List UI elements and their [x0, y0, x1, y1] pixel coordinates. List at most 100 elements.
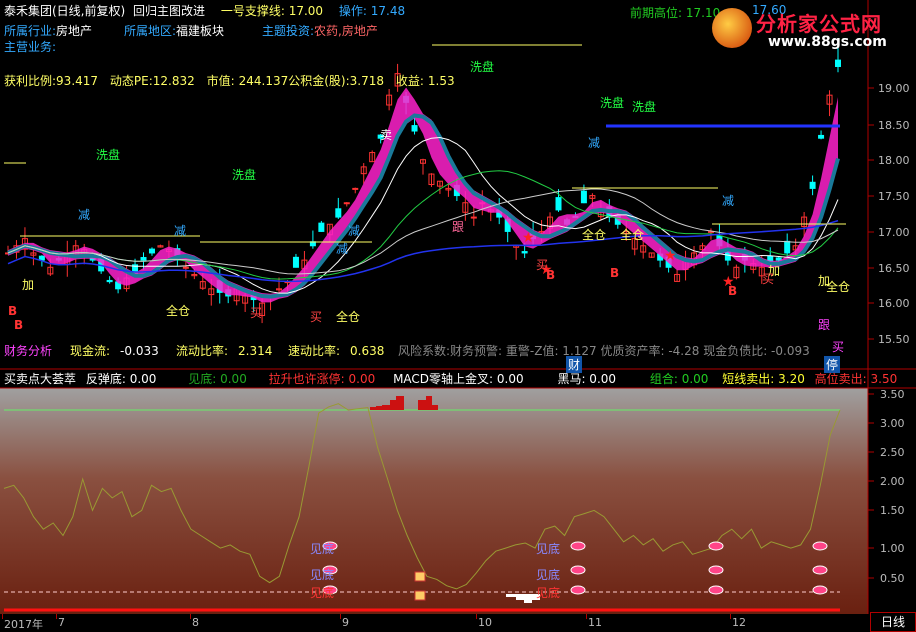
- buy-signal-icon: [708, 585, 724, 595]
- pe-label: 动态PE:: [109, 74, 153, 88]
- date-tick-mark: [56, 614, 57, 619]
- risk-info: 风险系数:财务预警: 重警-Z值: 1.127 优质资产率: -4.28 现金负…: [398, 344, 810, 358]
- buy-signal-icon: [708, 541, 724, 551]
- industry-info: 所属行业:房地产: [4, 24, 92, 38]
- tag-xipan-2: 洗盘: [232, 168, 257, 182]
- date-tick-mark: [190, 614, 191, 619]
- industry-label: 所属行业:: [4, 24, 57, 38]
- business-label: 主营业务:: [4, 40, 57, 54]
- region-value: 福建板块: [176, 24, 225, 38]
- date-tick-label: 10: [478, 616, 492, 629]
- tag-quancang-4: 全仓: [620, 228, 645, 242]
- candle-body: [580, 190, 587, 204]
- candle-body: [318, 222, 325, 232]
- candle-body: [809, 181, 816, 189]
- date-tick-label: 8: [192, 616, 199, 629]
- previous-high-label: 前期高位: 17.10: [630, 6, 721, 20]
- tag-jiandi-1: 见底: [310, 542, 335, 556]
- oscillator-line: [3, 403, 841, 590]
- indicator-tick-label: 2.00: [880, 475, 905, 488]
- quick-ratio-label: 速动比率:: [288, 344, 341, 358]
- house-icon: [414, 590, 426, 601]
- market-cap-label: 市值:: [206, 74, 235, 88]
- quick-ratio-info: 速动比率: 0.638: [288, 344, 384, 358]
- high-sell-bar: [418, 400, 426, 410]
- candle-body: [140, 257, 147, 261]
- reserve-value: 3.718: [349, 74, 385, 88]
- date-tick-label: 9: [342, 616, 349, 629]
- price-tick-label: 18.50: [878, 119, 910, 132]
- logo-url: www.88gs.com: [768, 34, 887, 50]
- high-sell-bar: [426, 396, 432, 410]
- short-sell-value: 短线卖出: 3.20: [722, 372, 805, 386]
- tag-buy-5: 买: [832, 340, 845, 354]
- date-tick-mark: [586, 614, 587, 619]
- date-tick-label: 12: [732, 616, 746, 629]
- tag-jia-3: 加: [818, 274, 831, 288]
- candle-body: [411, 125, 418, 132]
- operation-value: 操作: 17.48: [338, 4, 406, 18]
- header-title: 泰禾集团(日线,前复权) 回归主图改进 一号支撑线: 17.00 操作: 17.…: [4, 4, 405, 18]
- tag-jia-1: 加: [22, 278, 35, 292]
- high-sell-value: 高位卖出: 3.50: [814, 372, 898, 386]
- current-ratio-value: 2.314: [238, 344, 273, 358]
- indicator-panel[interactable]: 3.50 3.00 2.50 2.00 1.50 1.00 0.50 买卖点大荟萃 反弹底:…: [0, 370, 916, 632]
- indicator-name: 回归主图改进: [133, 4, 206, 18]
- tag-xipan-1: 洗盘: [96, 148, 121, 162]
- main-chart-panel[interactable]: 19.00 18.50 18.00 17.50 17.00 16.50 16.00 15.50…: [0, 0, 916, 373]
- price-tick-label: 18.00: [878, 154, 910, 167]
- price-chart[interactable]: 19.00 18.50 18.00 17.50 17.00 16.50 16.00 15.50…: [0, 0, 916, 370]
- indicator-tick-label: 2.50: [880, 446, 905, 459]
- tag-jian-4: 减: [336, 242, 349, 256]
- metrics-row: 获利比例:93.417 动态PE:12.832 市值: 244.137公积金(股)…: [4, 74, 455, 88]
- period-button[interactable]: 日线: [870, 612, 916, 632]
- candle-body: [775, 257, 782, 261]
- tag-jian-6: 减: [722, 194, 735, 208]
- high-sell-bar: [382, 405, 390, 410]
- indicator-tick-label: 1.50: [880, 504, 905, 517]
- cashflow-info: 现金流: -0.033: [70, 344, 159, 358]
- finance-analysis-label: 财务分析: [4, 344, 53, 358]
- candle-body: [555, 197, 562, 211]
- tag-gen: 跟: [452, 220, 465, 234]
- date-tick-mark: [476, 614, 477, 619]
- high-sell-bar: [376, 406, 382, 410]
- bottom-bar: [506, 594, 516, 597]
- tag-b-5: B: [728, 284, 738, 298]
- indicator-chart[interactable]: 3.50 3.00 2.50 2.00 1.50 1.00 0.50: [0, 370, 916, 632]
- reserve-label: 公积金(股):: [288, 74, 350, 88]
- indicator-tick-label: 0.50: [880, 572, 905, 585]
- tag-gen-2: 跟: [818, 318, 831, 332]
- bottom-bar: [516, 594, 524, 600]
- price-tick-label: 17.50: [878, 190, 910, 203]
- candle-body: [784, 240, 791, 254]
- earnings-label: 收益:: [395, 74, 424, 88]
- indicator-header: 买卖点大荟萃 反弹底: 0.00 见底: 0.00 拉升也许涨停: 0.00 M…: [4, 372, 897, 386]
- buy-signal-icon: [708, 565, 724, 575]
- date-tick-mark: [340, 614, 341, 619]
- current-ratio-info: 流动比率: 2.314: [176, 344, 272, 358]
- candle-body: [818, 134, 825, 139]
- indicator-tick-label: 1.00: [880, 542, 905, 555]
- price-tick-label: 16.50: [878, 262, 910, 275]
- theme-label: 主题投资:: [262, 24, 315, 38]
- dark-horse-value: 黑马: 0.00: [557, 372, 617, 386]
- buy-signal-icon: [570, 585, 586, 595]
- stock-title: 泰禾集团(日线,前复权): [4, 4, 126, 18]
- candle-body: [335, 208, 342, 218]
- tag-b-2: B: [14, 318, 24, 332]
- house-icon: [414, 571, 426, 582]
- candle-body: [835, 59, 841, 67]
- candle-body: [148, 248, 155, 254]
- buy-signal-icon: [812, 541, 828, 551]
- tag-jiandi-4: 见底: [536, 542, 561, 556]
- tag-jiandi-3: 见底: [310, 586, 335, 600]
- buy-star-icon: ★: [522, 230, 535, 246]
- tag-b-4: B: [610, 266, 620, 280]
- industry-value: 房地产: [56, 24, 93, 38]
- price-tick-label: 16.00: [878, 297, 910, 310]
- tag-quancang-1: 全仓: [166, 304, 191, 318]
- buy-signal-icon: [570, 565, 586, 575]
- macd-cross-value: MACD零轴上金叉: 0.00: [393, 372, 524, 386]
- date-axis: 2017年 7 8 9 10 11 12: [0, 614, 870, 632]
